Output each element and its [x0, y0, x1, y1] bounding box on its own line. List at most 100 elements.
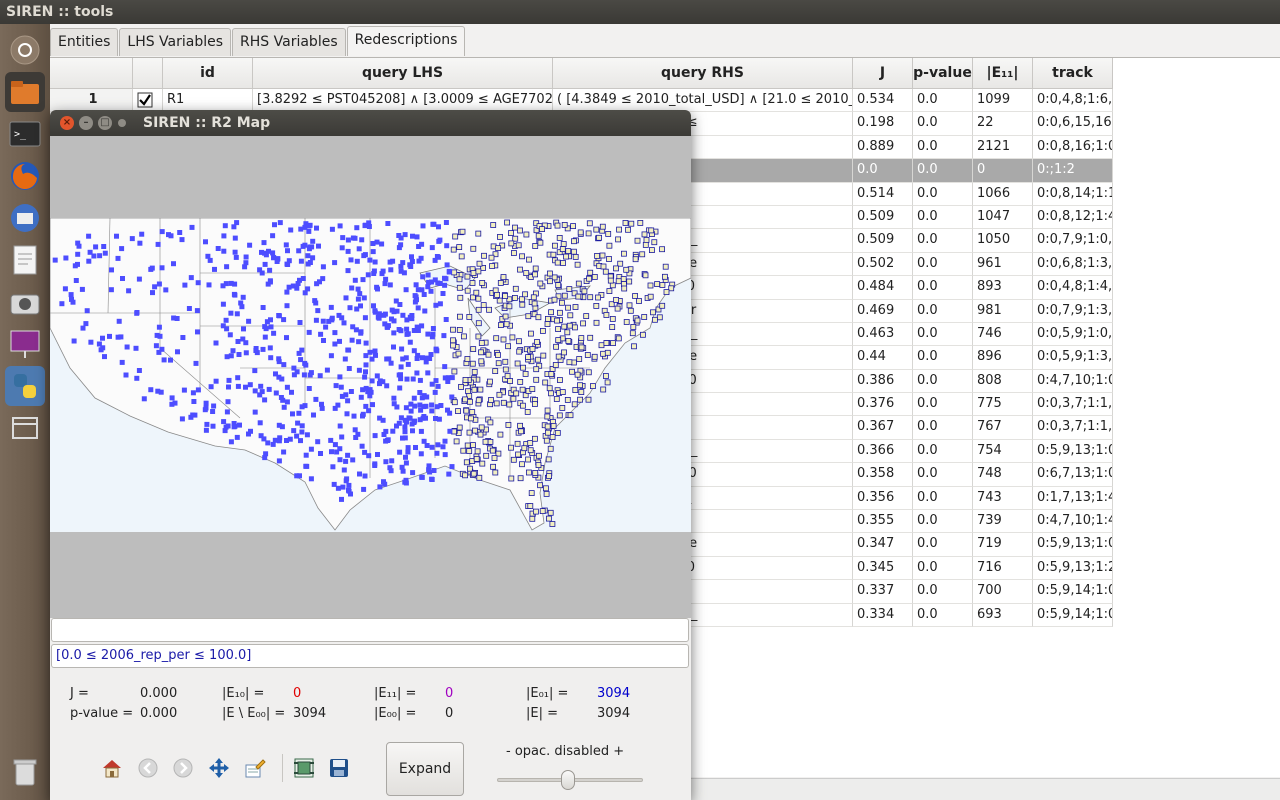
county-marker [446, 471, 452, 477]
column-header-4[interactable]: query RHS [553, 58, 853, 89]
county-marker [433, 416, 438, 421]
county-marker [503, 321, 510, 328]
tab-rhs-variables[interactable]: RHS Variables [232, 28, 346, 56]
column-header-6[interactable]: p-value [913, 58, 973, 89]
county-marker [295, 420, 301, 426]
back-icon[interactable] [136, 756, 160, 780]
svg-text:>_: >_ [14, 129, 27, 140]
table-row[interactable]: 1 R1 [3.8292 ≤ PST045208] ∧ [3.0009 ≤ AGE7… [50, 89, 1113, 113]
firefox-icon[interactable] [5, 156, 45, 196]
cell-e11: 1099 [973, 89, 1033, 113]
county-marker [513, 390, 520, 397]
county-marker [584, 352, 591, 358]
county-marker [302, 290, 308, 296]
thunderbird-icon[interactable] [5, 198, 45, 238]
county-marker [540, 352, 547, 359]
county-marker [572, 304, 579, 310]
county-marker [620, 276, 627, 282]
county-marker [350, 457, 356, 463]
window-icon[interactable] [5, 408, 45, 448]
forward-icon[interactable] [171, 756, 195, 780]
county-marker [647, 282, 654, 289]
county-marker [550, 422, 557, 429]
county-marker [330, 464, 336, 470]
subplot-config-icon[interactable] [292, 756, 316, 780]
county-marker [532, 243, 539, 249]
county-marker [409, 254, 414, 260]
tab-entities[interactable]: Entities [50, 28, 119, 56]
p-value-value: 0.000 [140, 706, 178, 721]
county-marker [578, 389, 585, 396]
county-marker [598, 342, 605, 349]
county-marker [374, 373, 380, 379]
column-header-0[interactable] [50, 58, 133, 89]
trash-icon[interactable] [5, 752, 45, 792]
menu-dot-icon[interactable] [118, 119, 126, 127]
us-counties-map[interactable] [50, 218, 691, 532]
cell-j: 0.347 [853, 533, 913, 557]
maximize-icon[interactable]: □ [98, 116, 112, 130]
county-marker [375, 452, 380, 457]
files-icon[interactable] [5, 72, 45, 112]
county-marker [495, 360, 502, 367]
cell-e11: 700 [973, 580, 1033, 604]
county-marker [220, 283, 226, 289]
pan-icon[interactable] [207, 756, 231, 780]
column-header-2[interactable]: id [163, 58, 253, 89]
close-icon[interactable]: × [60, 116, 74, 130]
camera-icon[interactable] [5, 282, 45, 322]
county-marker [506, 401, 513, 408]
column-header-3[interactable]: query LHS [253, 58, 553, 89]
county-marker [585, 369, 592, 376]
rhs-query-field[interactable]: [0.0 ≤ 2006_rep_per ≤ 100.0] [51, 644, 689, 668]
column-header-7[interactable]: |E₁₁| [973, 58, 1033, 89]
edit-icon[interactable] [243, 756, 267, 780]
county-marker [179, 416, 185, 422]
county-marker [298, 258, 304, 264]
county-marker [413, 282, 419, 288]
county-marker [352, 277, 358, 283]
county-marker [471, 386, 478, 393]
county-marker [258, 383, 264, 389]
county-marker [555, 326, 562, 332]
home-icon[interactable] [100, 756, 124, 780]
column-header-8[interactable]: track [1033, 58, 1113, 89]
tab-redescriptions[interactable]: Redescriptions [346, 26, 466, 56]
save-icon[interactable] [327, 756, 351, 780]
terminal-icon[interactable]: >_ [5, 114, 45, 154]
county-marker [643, 236, 650, 243]
enabled-checkbox[interactable] [133, 89, 163, 113]
county-marker [313, 396, 319, 402]
county-marker [263, 326, 269, 332]
county-marker [528, 490, 535, 497]
county-marker [616, 226, 622, 233]
cell-track: 0:0,7,9;1:3,6 [1033, 299, 1113, 323]
county-marker [409, 259, 415, 264]
opacity-slider-handle[interactable] [561, 770, 575, 790]
county-marker [475, 295, 482, 302]
cell-e11: 0 [973, 159, 1033, 183]
county-marker [668, 285, 675, 292]
python-icon[interactable] [5, 366, 45, 406]
minimize-icon[interactable]: – [79, 116, 93, 130]
county-marker [225, 423, 231, 429]
county-marker [313, 300, 319, 306]
column-header-5[interactable]: J [853, 58, 913, 89]
county-marker [243, 260, 249, 266]
column-header-1[interactable] [133, 58, 163, 89]
county-marker [663, 289, 670, 295]
text-editor-icon[interactable] [5, 240, 45, 280]
expand-button[interactable]: Expand [386, 742, 464, 796]
county-marker [404, 326, 410, 332]
lhs-query-field[interactable] [51, 618, 689, 642]
county-marker [464, 273, 471, 280]
county-marker [400, 435, 405, 441]
county-marker [492, 368, 499, 375]
county-marker [535, 462, 542, 469]
dash-home-icon[interactable] [5, 30, 45, 70]
county-marker [332, 341, 338, 347]
county-marker [642, 241, 649, 248]
tab-lhs-variables[interactable]: LHS Variables [119, 28, 232, 56]
county-marker [434, 404, 440, 410]
presentation-icon[interactable] [5, 324, 45, 364]
